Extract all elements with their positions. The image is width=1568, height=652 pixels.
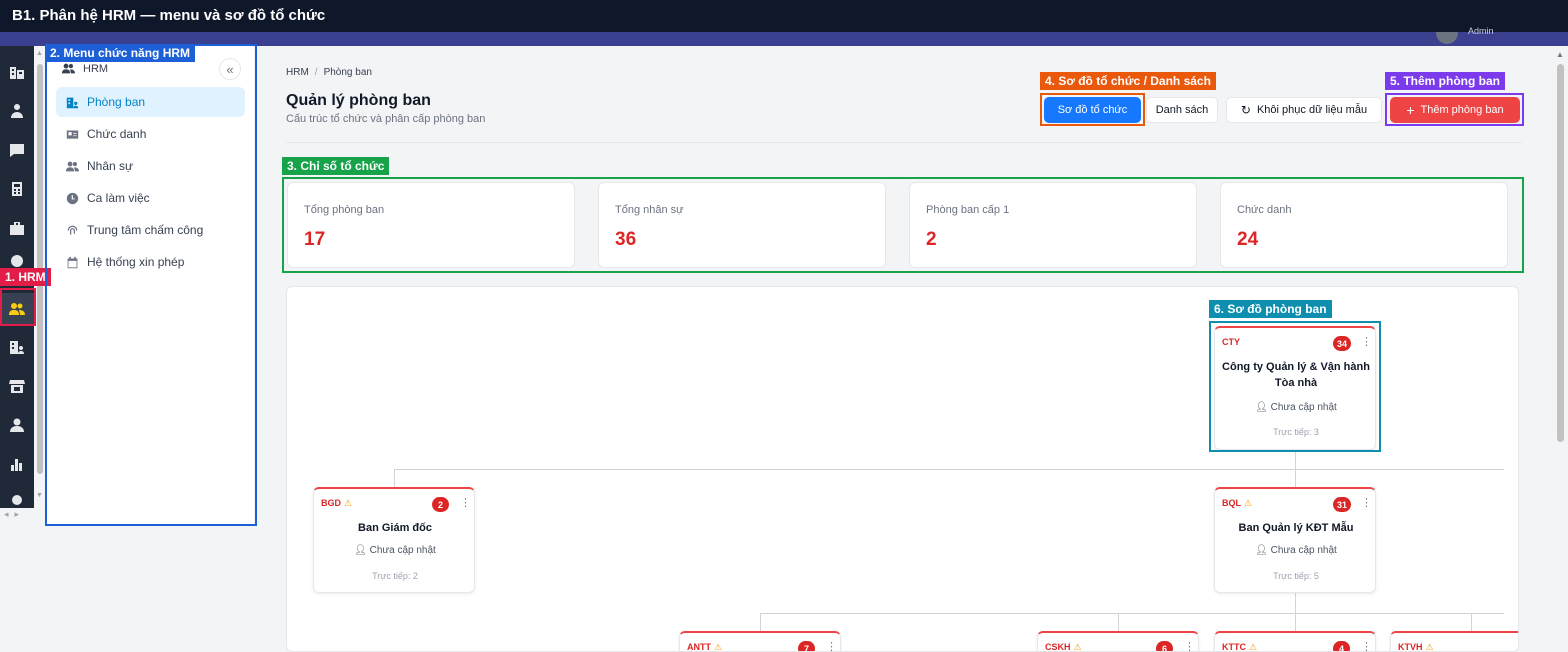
org-node-kttc[interactable]: KTTC ⚠ 4 ⋮ (1214, 631, 1376, 652)
node-manager: 👤︎ Chưa cập nhật (314, 545, 476, 556)
scroll-up-arrow[interactable]: ▲ (1556, 50, 1564, 59)
node-direct-count: Trực tiếp: 5 (1273, 571, 1319, 581)
connector-line (1295, 469, 1296, 487)
briefcase-icon[interactable] (0, 214, 34, 242)
user-icon: 👤︎ (354, 545, 370, 556)
user-icon: 👤︎ (1255, 545, 1271, 556)
cloud-icon[interactable] (0, 253, 34, 267)
scroll-thumb[interactable] (1557, 64, 1564, 442)
node-name: Ban Giám đốc (358, 522, 432, 534)
connector-line (1295, 613, 1296, 631)
annotation-label-view-toggle: 4. Sơ đồ tổ chức / Danh sách (1040, 72, 1216, 90)
warning-icon: ⚠ (344, 498, 353, 508)
connector-line (1471, 613, 1472, 631)
node-code: CSKH ⚠ (1045, 642, 1082, 652)
page-title: Quản lý phòng ban (286, 92, 431, 109)
connector-line (1118, 613, 1119, 631)
annotation-label-menu: 2. Menu chức năng HRM (45, 44, 196, 62)
node-code: BGD ⚠ (321, 498, 353, 508)
node-direct-count: Trực tiếp: 2 (372, 571, 418, 581)
connector-line (760, 613, 1504, 614)
annotation-label-add: 5. Thêm phòng ban (1385, 72, 1505, 90)
horizontal-scroll-arrows[interactable]: ◂▸ (4, 509, 25, 520)
annotation-box-view-toggle (1040, 93, 1145, 126)
node-manager-text: Chưa cập nhật (369, 545, 436, 556)
breadcrumb-current: Phòng ban (323, 67, 372, 78)
node-count-badge: 6 (1156, 641, 1173, 651)
more-options-icon[interactable]: ⋮ (460, 496, 471, 509)
annotation-label-org-chart: 6. Sơ đồ phòng ban (1209, 300, 1332, 318)
user-icon[interactable] (0, 411, 34, 439)
warning-icon: ⚠ (1425, 642, 1434, 652)
node-count-badge: 7 (798, 641, 815, 651)
page-subtitle: Cấu trúc tổ chức và phân cấp phòng ban (286, 113, 486, 125)
org-node-antt[interactable]: ANTT ⚠ 7 ⋮ (679, 631, 841, 652)
node-code: KTTC ⚠ (1222, 642, 1258, 652)
connector-line (394, 469, 1504, 470)
user-cog-icon[interactable] (0, 97, 34, 125)
node-code: BQL ⚠ (1222, 498, 1253, 508)
annotation-label-hrm: 1. HRM (0, 268, 51, 286)
restore-label: Khôi phục dữ liệu mẫu (1256, 104, 1368, 116)
node-count-badge: 2 (432, 497, 449, 512)
annotation-box-stats (282, 177, 1524, 273)
node-count-badge: 31 (1333, 497, 1352, 512)
annotation-box-add (1385, 93, 1524, 126)
node-count-badge: 4 (1333, 641, 1350, 651)
more-options-icon[interactable]: ⋮ (1361, 640, 1372, 651)
node-name: Ban Quản lý KĐT Mẫu (1238, 522, 1354, 534)
user-name: Admin (1468, 26, 1494, 36)
more-options-icon[interactable]: ⋮ (826, 640, 837, 651)
refresh-icon: ↻ (1240, 103, 1251, 117)
org-node-bgd[interactable]: BGD ⚠ 2 ⋮ Ban Giám đốc 👤︎ Chưa cập nhật T… (313, 487, 475, 593)
more-options-icon[interactable]: ⋮ (1361, 496, 1372, 509)
connector-line (760, 613, 761, 631)
node-code: ANTT ⚠ (687, 642, 723, 652)
node-code: KTVH ⚠ (1398, 642, 1434, 652)
page-scrollbar[interactable]: ▲ (1554, 48, 1566, 652)
breadcrumb-root[interactable]: HRM (286, 67, 309, 78)
list-view-button[interactable]: Danh sách (1146, 97, 1218, 123)
calculator-icon[interactable] (0, 175, 34, 203)
annotation-box-menu (45, 44, 257, 526)
node-manager: 👤︎ Chưa cập nhật (1215, 545, 1377, 556)
annotation-box-org-chart (1209, 321, 1381, 452)
restore-sample-data-button[interactable]: ↻ Khôi phục dữ liệu mẫu (1226, 97, 1382, 123)
warning-icon: ⚠ (714, 642, 723, 652)
breadcrumb: HRM / Phòng ban (286, 67, 372, 78)
building-icon[interactable] (0, 58, 34, 86)
connector-line (1295, 451, 1296, 469)
org-node-cskh[interactable]: CSKH ⚠ 6 ⋮ (1037, 631, 1199, 652)
org-node-ktvh[interactable]: KTVH ⚠ (1390, 631, 1518, 652)
connector-line (394, 469, 395, 487)
connector-line (1295, 593, 1296, 613)
annotation-box-hrm (0, 288, 36, 326)
warning-icon: ⚠ (1249, 642, 1258, 652)
warning-icon: ⚠ (1244, 498, 1253, 508)
annotation-label-stats: 3. Chỉ số tổ chức (282, 157, 390, 175)
node-manager-text: Chưa cập nhật (1270, 545, 1337, 556)
gear-icon[interactable] (0, 489, 34, 507)
breadcrumb-separator: / (314, 67, 318, 78)
bar-chart-icon[interactable] (0, 450, 34, 478)
org-node-bql[interactable]: BQL ⚠ 31 ⋮ Ban Quản lý KĐT Mẫu 👤︎ Chưa cậ… (1214, 487, 1376, 593)
building-user-icon[interactable] (0, 333, 34, 361)
scroll-up-arrow[interactable]: ▲ (36, 50, 43, 57)
header-divider (286, 142, 1522, 143)
more-options-icon[interactable]: ⋮ (1184, 640, 1195, 651)
warning-icon: ⚠ (1073, 642, 1082, 652)
tutorial-title: B1. Phân hệ HRM — menu và sơ đồ tổ chức (0, 0, 1568, 32)
scroll-down-arrow[interactable]: ▼ (36, 492, 43, 499)
store-icon[interactable] (0, 372, 34, 400)
chat-icon[interactable] (0, 136, 34, 164)
